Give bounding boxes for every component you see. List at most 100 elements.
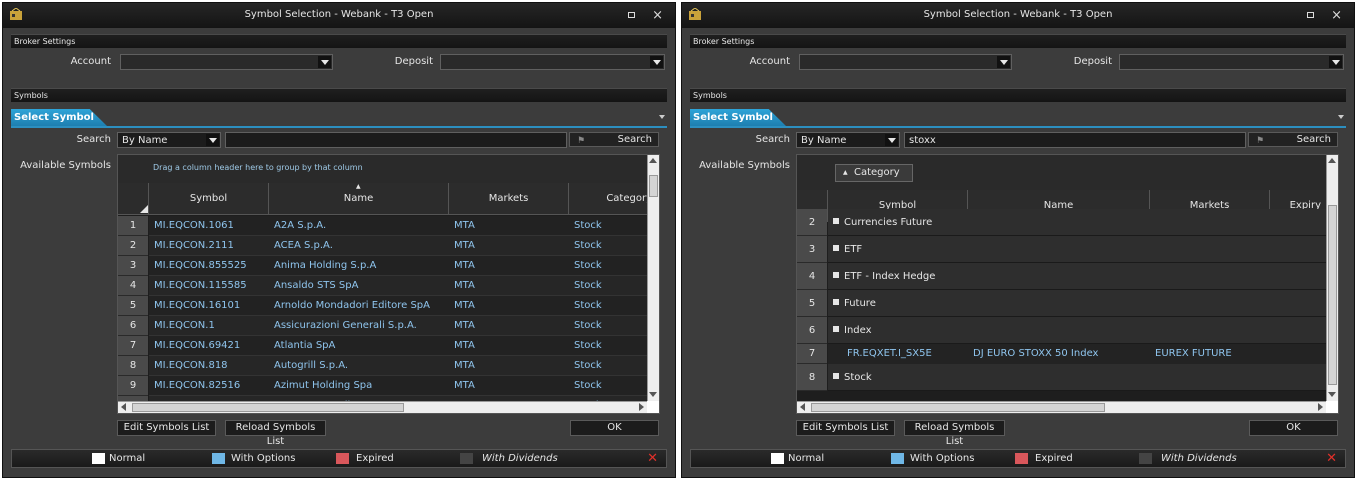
close-icon[interactable]: ✕ [1326,451,1337,466]
search-mode-select[interactable]: By Name [117,132,221,148]
vertical-scrollbar[interactable] [1326,155,1338,401]
collapse-icon[interactable] [833,245,839,251]
group-row[interactable] [828,236,1326,263]
group-name: Currencies Future [844,217,933,228]
account-combo[interactable] [120,54,333,70]
legend-expired-swatch [1015,453,1028,464]
cell-name: A2A S.p.A. [274,220,327,231]
corner-triangle-icon [140,205,148,213]
row-header-corner [118,183,149,215]
close-icon[interactable]: × [1331,8,1342,23]
cell-market: MTA [454,360,475,371]
group-row[interactable] [828,364,1326,391]
group-row-label: Index [833,325,872,336]
column-header-markets[interactable]: Markets [449,183,569,215]
row-number: 6 [118,316,148,336]
group-name: ETF - Index Hedge [844,271,936,282]
vertical-scroll-thumb[interactable] [649,175,658,197]
column-header-symbol[interactable]: Symbol [149,183,269,215]
chevron-down-icon[interactable] [659,115,665,119]
reload-symbols-list-button[interactable]: Reload Symbols List [225,420,326,447]
scroll-down-icon[interactable] [648,391,658,399]
vertical-scroll-thumb[interactable] [1328,205,1337,385]
cell-symbol: FR.EQXET.I_SX5E [847,348,932,359]
cell-category: Stock [574,320,602,331]
maximize-button[interactable] [1307,12,1314,18]
scroll-up-icon[interactable] [648,157,658,165]
horizontal-scroll-thumb[interactable] [132,403,404,412]
collapse-icon[interactable] [833,272,839,278]
close-icon[interactable]: × [652,8,663,23]
edit-symbols-list-button[interactable]: Edit Symbols List [117,420,216,436]
account-combo[interactable] [799,54,1012,70]
horizontal-scrollbar[interactable] [797,401,1326,413]
search-button[interactable]: ⚑ Search [569,132,659,147]
scroll-left-icon[interactable] [120,402,128,412]
collapse-icon[interactable] [833,373,839,379]
chevron-down-icon[interactable] [885,134,898,146]
row-number: 4 [118,276,148,296]
legend-dividends-label: With Dividends [1161,453,1237,464]
collapse-icon[interactable] [833,218,839,224]
group-row[interactable] [828,317,1326,344]
cell-category: Stock [574,360,602,371]
scroll-right-icon[interactable] [1316,402,1324,412]
group-row[interactable] [828,290,1326,317]
vertical-scrollbar[interactable] [647,155,659,401]
tab-strip: Select Symbol [690,109,1346,128]
horizontal-scroll-thumb[interactable] [811,403,1105,412]
chevron-down-icon[interactable] [1329,56,1342,68]
group-chip-category[interactable]: ▲ Category [835,164,913,182]
row-number: 4 [797,263,827,290]
collapse-icon[interactable] [833,326,839,332]
group-hint-text: Drag a column header here to group by th… [153,163,363,172]
row-number: 8 [118,356,148,376]
cell-market: MTA [454,240,475,251]
search-mode-select[interactable]: By Name [796,132,900,148]
column-header-name[interactable]: Name ▲ [269,183,449,215]
row-number: 5 [797,290,827,317]
grid-viewport: ▲ Category Symbol Name Markets Expiry 2C… [797,155,1326,401]
search-button-label: Search [1296,134,1331,145]
horizontal-scrollbar[interactable] [118,401,647,413]
scroll-right-icon[interactable] [637,402,645,412]
chevron-down-icon[interactable] [206,134,219,146]
symbol-selection-window-left: Symbol Selection - Webank - T3 Open × Br… [2,2,676,478]
search-mode-value: By Name [801,135,847,146]
chevron-down-icon[interactable] [1338,115,1344,119]
deposit-combo[interactable] [1119,54,1344,70]
cell-name: Ansaldo STS SpA [274,280,359,291]
deposit-combo[interactable] [440,54,665,70]
group-by-area[interactable]: ▲ Category [797,155,1326,191]
scroll-up-icon[interactable] [1327,157,1337,165]
ok-button[interactable]: OK [570,420,659,436]
search-input[interactable] [225,132,567,148]
close-icon[interactable]: ✕ [647,451,658,466]
column-header-category[interactable]: Category [569,183,647,215]
sort-up-icon: ▲ [356,183,361,190]
chevron-down-icon[interactable] [650,56,663,68]
ok-button[interactable]: OK [1249,420,1338,436]
symbols-grid: ▲ Category Symbol Name Markets Expiry 2C… [796,154,1339,414]
chevron-down-icon[interactable] [318,56,331,68]
symbol-selection-window-right: Symbol Selection - Webank - T3 Open × Br… [681,2,1355,478]
tab-select-symbol[interactable]: Select Symbol [11,109,107,126]
tab-select-symbol[interactable]: Select Symbol [690,109,786,126]
group-row-label: Stock [833,372,872,383]
cell-category: Stock [574,280,602,291]
search-button[interactable]: ⚑ Search [1248,132,1338,147]
cell-symbol: MI.EQCON.69421 [154,340,241,351]
edit-symbols-list-button[interactable]: Edit Symbols List [796,420,895,436]
cell-symbol: MI.EQCON.16101 [154,300,241,311]
group-by-area[interactable]: Drag a column header here to group by th… [118,155,647,184]
legend-normal-swatch [771,453,784,464]
row-number: 9 [118,376,148,396]
chevron-down-icon[interactable] [997,56,1010,68]
search-input[interactable]: stoxx [904,132,1246,148]
scroll-left-icon[interactable] [799,402,807,412]
collapse-icon[interactable] [833,299,839,305]
legend-expired-label: Expired [1035,453,1073,464]
maximize-button[interactable] [628,12,635,18]
reload-symbols-list-button[interactable]: Reload Symbols List [904,420,1005,447]
scroll-down-icon[interactable] [1327,391,1337,399]
